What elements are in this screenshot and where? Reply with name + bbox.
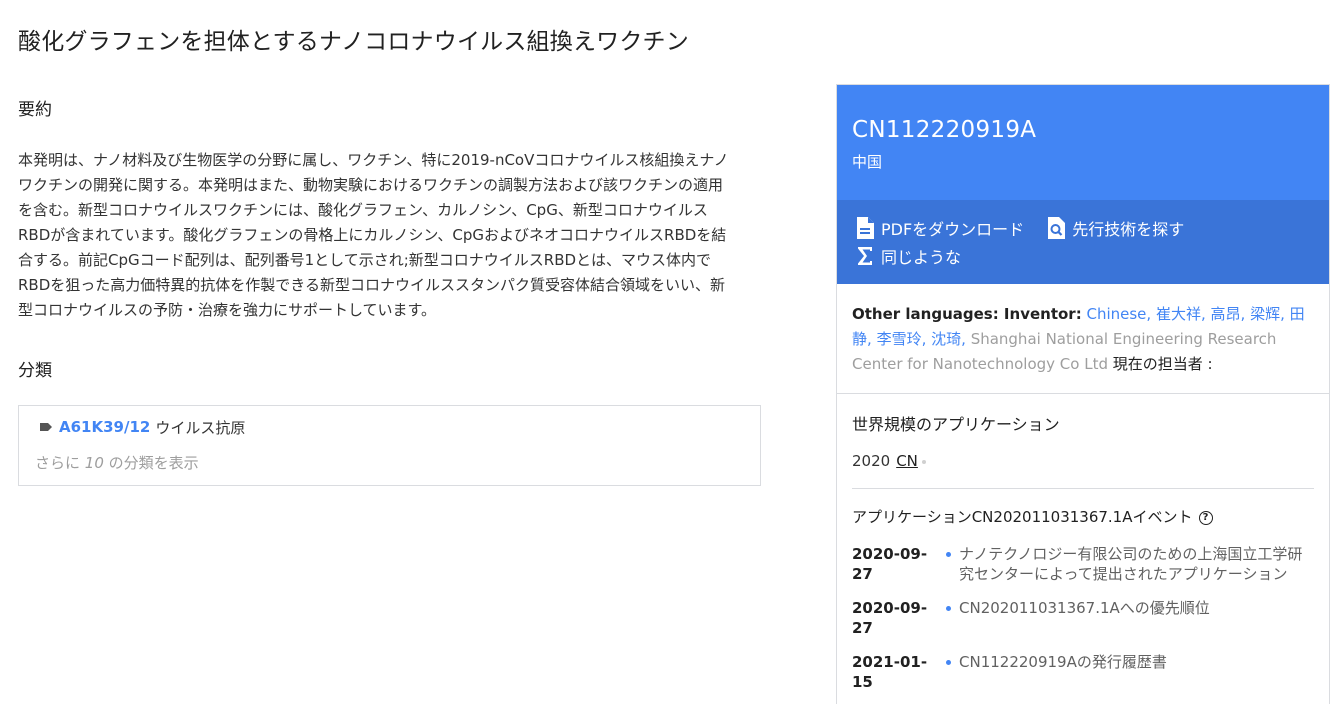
event-item: 2020-09-27 ナノテクノロジー有限公司のための上海国立工学研究センターに…	[852, 544, 1314, 584]
document-icon	[857, 217, 874, 239]
event-text: ナノテクノロジー有限公司のための上海国立工学研究センターによって提出されたアプリ…	[959, 545, 1303, 583]
worldwide-year: 2020	[852, 452, 891, 470]
label-tag-icon	[40, 423, 52, 431]
event-date: 2020-09-27	[852, 545, 928, 583]
more-suffix: の分類を表示	[108, 454, 199, 472]
inventor-link[interactable]: 李雪玲	[877, 330, 922, 348]
event-dot	[946, 606, 951, 611]
abstract-text: 本発明は、ナノ材料及び生物医学の分野に属し、ワクチン、特に2019-nCoVコロ…	[18, 151, 729, 319]
inventor-link[interactable]: 沈琦	[931, 330, 961, 348]
find-prior-art-button[interactable]: 先行技術を探す	[1046, 216, 1184, 240]
inventor-link-chinese[interactable]: Chinese	[1086, 305, 1146, 323]
events-title-text: アプリケーションCN202011031367.1Aイベント	[852, 508, 1193, 526]
panel-actions: PDFをダウンロード 先行技術を探す 同じような	[837, 200, 1329, 284]
classification-description: ウイルス抗原	[155, 418, 246, 437]
similar-label: 同じような	[881, 248, 962, 267]
worldwide-section: 世界規模のアプリケーション 2020 CN アプリケーションCN20201103…	[837, 394, 1329, 708]
download-pdf-label: PDFをダウンロード	[881, 220, 1025, 239]
status-dot	[921, 459, 926, 464]
page-title: 酸化グラフェンを担体とするナノコロナウイルス組換えワクチン	[18, 29, 689, 55]
classification-box: A61K39/12 ウイルス抗原 さらに 10 の分類を表示	[18, 405, 761, 486]
classification-heading: 分類	[18, 361, 52, 381]
event-item: 2020-09-27 CN202011031367.1Aへの優先順位	[852, 598, 1314, 638]
similar-button[interactable]: 同じような	[855, 244, 961, 268]
abstract-section: 要約 本発明は、ナノ材料及び生物医学の分野に属し、ワクチン、特に2019-nCo…	[18, 95, 738, 323]
event-date: 2020-09-27	[852, 599, 928, 637]
inventor-link[interactable]: 崔大祥	[1156, 305, 1201, 323]
event-dot	[946, 552, 951, 557]
classification-code-link[interactable]: A61K39/12	[59, 418, 150, 436]
worldwide-country-link[interactable]: CN	[896, 449, 918, 474]
find-prior-art-label: 先行技術を探す	[1072, 220, 1185, 239]
inventor-label: Other languages: Inventor:	[852, 305, 1082, 323]
more-prefix: さらに	[35, 454, 81, 472]
divider	[852, 488, 1314, 489]
more-count: 10	[84, 454, 104, 472]
worldwide-title: 世界規模のアプリケーション	[852, 415, 1060, 434]
search-document-icon	[1048, 217, 1066, 239]
country-label: 中国	[852, 153, 883, 171]
inventor-link[interactable]: 梁辉	[1250, 305, 1280, 323]
classification-row: A61K39/12 ウイルス抗原	[35, 416, 744, 438]
event-text: CN202011031367.1Aへの優先順位	[959, 599, 1210, 617]
event-item: 2021-01-15 CN112220919Aの発行履歴書	[852, 652, 1314, 692]
current-assignee-label: 現在の担当者 :	[1112, 355, 1213, 373]
publication-number: CN112220919A	[852, 117, 1037, 143]
events-title: アプリケーションCN202011031367.1Aイベント ?	[852, 505, 1314, 530]
abstract-heading: 要約	[18, 100, 52, 120]
show-more-classifications-link[interactable]: さらに 10 の分類を表示	[35, 452, 744, 473]
event-date: 2021-01-15	[852, 653, 928, 691]
event-text: CN112220919Aの発行履歴書	[959, 653, 1167, 671]
patent-info-panel: CN112220919A 中国 PDFをダウンロード 先行技術を探す 同じような…	[836, 84, 1330, 704]
worldwide-row: 2020 CN	[852, 449, 1314, 474]
help-icon[interactable]: ?	[1198, 510, 1213, 525]
inventor-link[interactable]: 高昂	[1211, 305, 1241, 323]
inventors-section: Other languages: Inventor: Chinese, 崔大祥,…	[837, 284, 1329, 394]
panel-header: CN112220919A 中国	[837, 85, 1329, 200]
event-dot	[946, 660, 951, 665]
download-pdf-button[interactable]: PDFをダウンロード	[855, 216, 1024, 240]
sigma-icon	[858, 247, 872, 265]
